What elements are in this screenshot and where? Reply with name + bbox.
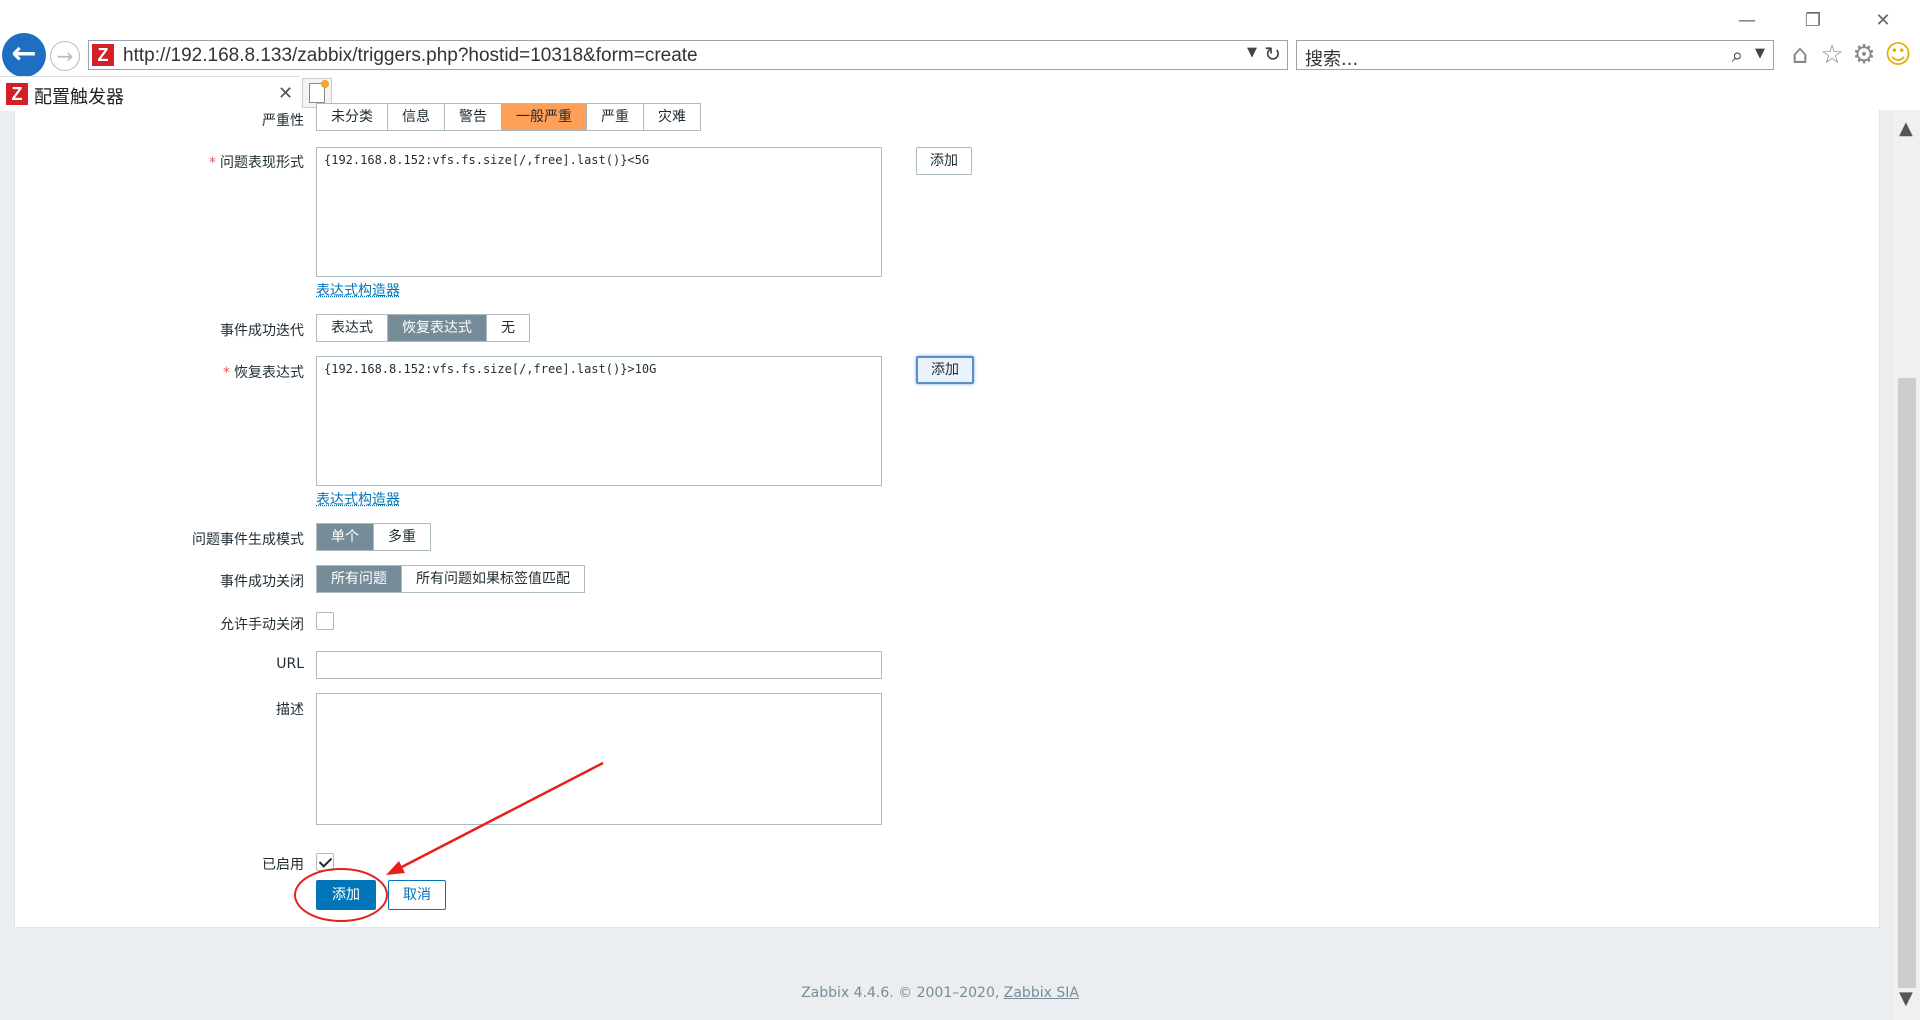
- gear-icon[interactable]: ⚙: [1848, 40, 1880, 70]
- zabbix-logo-icon: Z: [92, 44, 114, 66]
- problem-expression-label: * 问题表现形式: [209, 155, 304, 171]
- required-marker: *: [209, 155, 216, 171]
- address-url[interactable]: http://192.168.8.133/zabbix/triggers.php…: [123, 45, 698, 67]
- severity-option[interactable]: 严重: [587, 104, 644, 130]
- problem-event-mode-selector[interactable]: 单个 多重: [316, 523, 431, 551]
- browser-chrome: — ❐ ✕ ← → Z http://192.168.8.133/zabbix/…: [0, 0, 1920, 111]
- add-recovery-expression-button[interactable]: 添加: [916, 356, 974, 384]
- enabled-checkbox[interactable]: [316, 853, 334, 871]
- severity-label: 严重性: [262, 113, 304, 129]
- problem-event-mode-label: 问题事件生成模式: [192, 532, 304, 548]
- recovery-expression-label: * 恢复表达式: [223, 365, 304, 381]
- forward-button[interactable]: →: [50, 41, 80, 71]
- add-expression-button[interactable]: 添加: [916, 147, 972, 175]
- scroll-down-icon[interactable]: ▼: [1899, 988, 1913, 1009]
- severity-option[interactable]: 信息: [388, 104, 445, 130]
- chevron-down-icon[interactable]: ▼: [1247, 45, 1257, 60]
- url-input[interactable]: [316, 651, 882, 679]
- enabled-label: 已启用: [262, 857, 304, 873]
- problem-expression-textarea[interactable]: {192.168.8.152:vfs.fs.size[/,free].last(…: [316, 147, 882, 277]
- ok-event-generation-selector[interactable]: 表达式 恢复表达式 无: [316, 314, 530, 342]
- closes-option-selected[interactable]: 所有问题: [317, 566, 402, 592]
- severity-option[interactable]: 灾难: [644, 104, 700, 130]
- required-marker: *: [223, 365, 230, 381]
- favorites-star-icon[interactable]: ☆: [1816, 40, 1848, 70]
- closes-option[interactable]: 所有问题如果标签值匹配: [402, 566, 584, 592]
- smiley-feedback-icon[interactable]: ☺: [1882, 40, 1914, 70]
- search-input[interactable]: 搜索...: [1305, 45, 1358, 71]
- browser-tab[interactable]: Z 配置触发器 ✕: [0, 76, 300, 111]
- cancel-button[interactable]: 取消: [388, 880, 446, 910]
- expression-constructor-link[interactable]: 表达式构造器: [316, 280, 400, 300]
- search-box[interactable]: 搜索... ⌕ ▼: [1296, 40, 1774, 70]
- recovery-expression-textarea[interactable]: {192.168.8.152:vfs.fs.size[/,free].last(…: [316, 356, 882, 486]
- ok-event-generation-label: 事件成功迭代: [220, 323, 304, 339]
- minimize-icon[interactable]: —: [1732, 10, 1762, 31]
- zabbix-logo-icon: Z: [6, 83, 28, 105]
- footer-vendor-link[interactable]: Zabbix SIA: [1004, 985, 1079, 1001]
- ok-event-option[interactable]: 表达式: [317, 315, 388, 341]
- recovery-constructor-link[interactable]: 表达式构造器: [316, 489, 400, 509]
- scroll-up-icon[interactable]: ▲: [1899, 118, 1913, 139]
- severity-selector[interactable]: 未分类 信息 警告 一般严重 严重 灾难: [316, 103, 701, 131]
- refresh-icon[interactable]: ↻: [1264, 42, 1281, 66]
- severity-option[interactable]: 未分类: [317, 104, 388, 130]
- new-tab-icon: [309, 80, 329, 103]
- manual-close-label: 允许手动关闭: [220, 617, 304, 633]
- url-label: URL: [276, 656, 304, 672]
- close-window-icon[interactable]: ✕: [1868, 10, 1898, 31]
- tab-title: 配置触发器: [34, 87, 124, 108]
- ok-event-option-selected[interactable]: 恢复表达式: [388, 315, 487, 341]
- manual-close-checkbox[interactable]: [316, 612, 334, 630]
- severity-option[interactable]: 警告: [445, 104, 502, 130]
- ok-event-closes-selector[interactable]: 所有问题 所有问题如果标签值匹配: [316, 565, 585, 593]
- footer-copyright: Zabbix 4.4.6. © 2001–2020,: [801, 985, 1004, 1001]
- search-icon[interactable]: ⌕: [1732, 43, 1743, 67]
- ok-event-closes-label: 事件成功关闭: [220, 574, 304, 590]
- trigger-form: 严重性 未分类 信息 警告 一般严重 严重 灾难 * 问题表现形式 {192.16…: [14, 103, 1880, 928]
- description-textarea[interactable]: [316, 693, 882, 825]
- scroll-thumb[interactable]: [1898, 378, 1916, 988]
- vertical-scrollbar[interactable]: ▲ ▼: [1894, 110, 1920, 1020]
- back-button[interactable]: ←: [2, 33, 46, 77]
- add-trigger-button[interactable]: 添加: [316, 880, 376, 910]
- address-bar[interactable]: Z http://192.168.8.133/zabbix/triggers.p…: [88, 40, 1288, 70]
- event-mode-option-selected[interactable]: 单个: [317, 524, 374, 550]
- close-tab-icon[interactable]: ✕: [278, 83, 293, 104]
- footer: Zabbix 4.4.6. © 2001–2020, Zabbix SIA: [0, 985, 1880, 1001]
- event-mode-option[interactable]: 多重: [374, 524, 430, 550]
- severity-option-selected[interactable]: 一般严重: [502, 104, 587, 130]
- home-icon[interactable]: ⌂: [1784, 40, 1816, 70]
- restore-icon[interactable]: ❐: [1798, 10, 1828, 31]
- chevron-down-icon[interactable]: ▼: [1755, 46, 1765, 61]
- description-label: 描述: [276, 702, 304, 718]
- ok-event-option[interactable]: 无: [487, 315, 529, 341]
